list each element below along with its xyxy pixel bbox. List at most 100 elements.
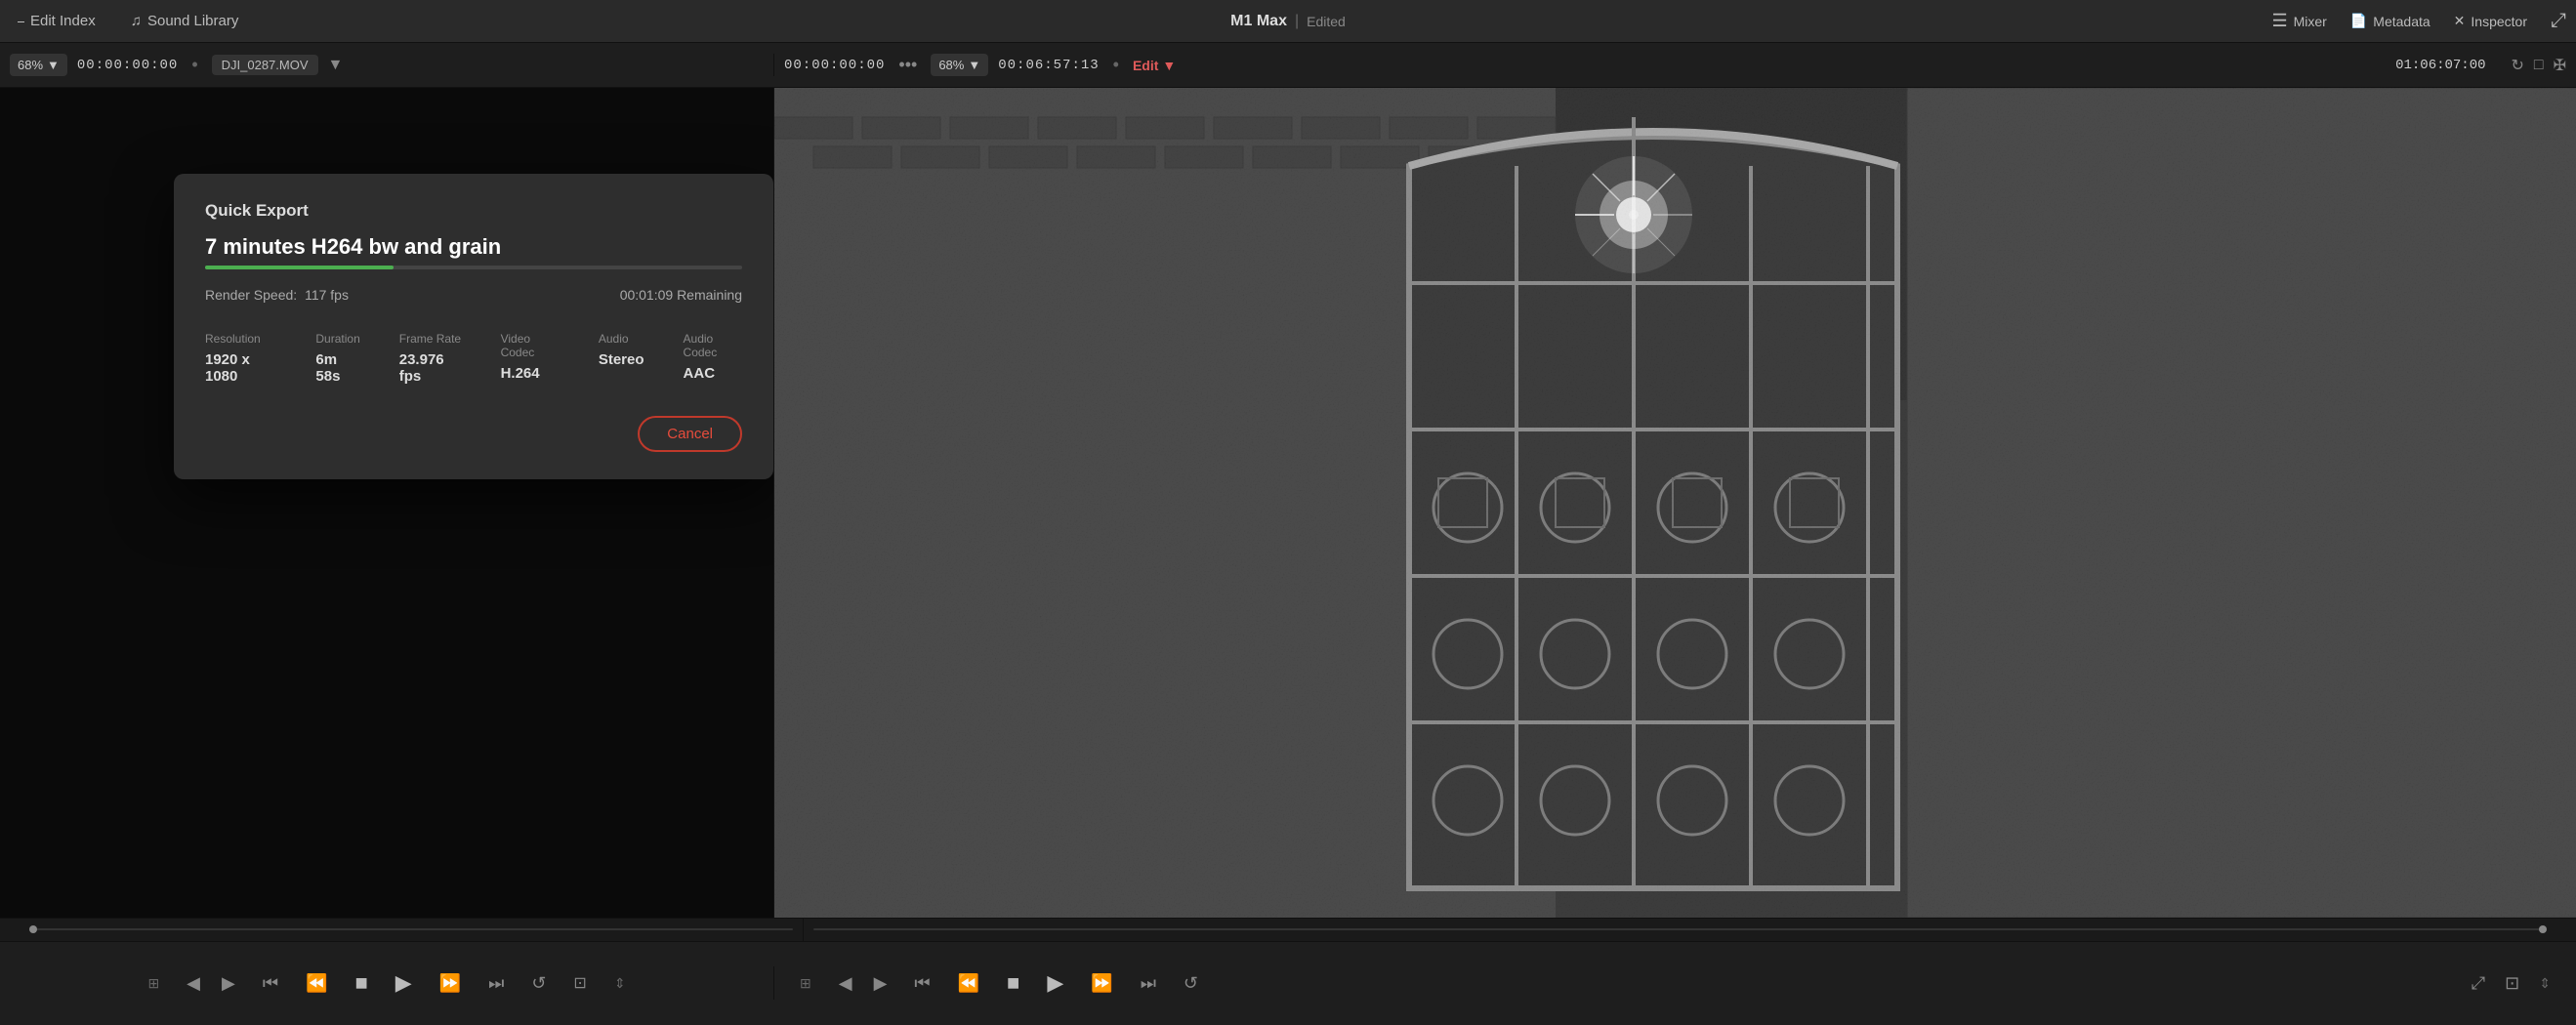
settings-left-button[interactable]: ⇕ [608, 971, 632, 996]
cancel-button[interactable]: Cancel [638, 416, 742, 452]
transport-left-arrows: ◀ ▶ [181, 969, 241, 998]
edit-index-icon: ⎯ [18, 13, 24, 29]
zoom-left-value: 68% [18, 58, 43, 72]
framerate-label: Frame Rate [399, 332, 462, 346]
next-frame-button[interactable]: ▶ [216, 969, 241, 998]
prev-frame-button[interactable]: ◀ [181, 969, 206, 998]
next-frame-right-button[interactable]: ▶ [868, 969, 893, 998]
filename-label[interactable]: DJI_0287.MOV [212, 55, 318, 75]
zoom-left-button[interactable]: 68% ▼ [10, 54, 67, 76]
specs-row: Resolution 1920 x 1080 Duration 6m 58s F… [205, 332, 742, 385]
next-button[interactable]: ⏩ [434, 969, 467, 998]
stop-right-button[interactable]: ■ [1001, 966, 1025, 1000]
edit-mode-button[interactable]: Edit ▼ [1133, 58, 1176, 73]
left-viewer: Quick Export 7 minutes H264 bw and grain… [0, 88, 774, 918]
scrubber-bar[interactable] [0, 919, 2576, 942]
clip-icon-button[interactable]: ⊡ [567, 969, 592, 997]
transport-right-arrows: ◀ ▶ [833, 969, 893, 998]
remaining-time-value: 00:01:09 Remaining [620, 287, 742, 303]
overlay-right-button[interactable]: ⊞ [794, 971, 817, 996]
spec-audio-codec: Audio Codec AAC [684, 332, 742, 385]
zoom-right-button[interactable]: 68% ▼ [931, 54, 988, 76]
metadata-item[interactable]: 📄 Metadata [2350, 13, 2431, 29]
duration-timecode: 00:06:57:13 [998, 58, 1099, 73]
expand-right-button[interactable]: ⤢ [2466, 969, 2491, 998]
dialog-title: Quick Export [205, 201, 742, 221]
prev-button[interactable]: ⏪ [300, 969, 333, 998]
play-button[interactable]: ▶ [390, 966, 418, 1000]
right-timecode-current: 00:00:00:00 [784, 58, 885, 73]
edit-index-item[interactable]: ⎯ Edit Index [10, 13, 104, 29]
right-timecode-total: 01:06:07:00 [2395, 58, 2485, 73]
render-info-row: Render Speed: 117 fps 00:01:09 Remaining [205, 287, 742, 305]
right-transport-edge: ⤢ ⊡ ⇕ [2466, 969, 2556, 998]
prev-frame-right-button[interactable]: ◀ [833, 969, 858, 998]
resolution-value: 1920 x 1080 [205, 351, 276, 385]
audio-codec-label: Audio Codec [684, 332, 742, 359]
mixer-item[interactable]: ☰ Mixer [2271, 11, 2326, 31]
next-right-button[interactable]: ⏩ [1085, 969, 1118, 998]
video-codec-label: Video Codec [501, 332, 560, 359]
viewer-right-bar: 00:00:00:00 ••• 68% ▼ 00:06:57:13 • Edit… [774, 54, 2576, 76]
right-scrubber[interactable] [804, 919, 2547, 941]
title-separator: | [1295, 13, 1299, 30]
bottom-area: ⊞ ◀ ▶ ⏮ ⏪ ■ ▶ ⏩ ⏭ ↺ ⊡ ⇕ ⊞ ◀ ▶ ⏮ ⏪ ■ ▶ [0, 918, 2576, 1025]
window-controls[interactable]: ⤢ [2551, 10, 2566, 32]
go-end-right-button[interactable]: ⏭ [1135, 969, 1162, 998]
left-scrubber-line[interactable] [29, 928, 793, 930]
overlay-button[interactable]: ⊞ [142, 971, 165, 996]
spec-video-codec: Video Codec H.264 [501, 332, 560, 385]
go-end-button[interactable]: ⏭ [482, 969, 510, 998]
right-viewer [774, 88, 2576, 918]
dots-menu-button[interactable]: ••• [894, 55, 921, 75]
metadata-icon: 📄 [2350, 13, 2367, 29]
fullscreen-right-button[interactable]: ⊡ [2499, 969, 2525, 998]
transport-right: ⊞ ◀ ▶ ⏮ ⏪ ■ ▶ ⏩ ⏭ ↺ ⤢ ⊡ ⇕ [774, 966, 2576, 1000]
zoom-right-value: 68% [938, 58, 964, 72]
dialog-overlay: Quick Export 7 minutes H264 bw and grain… [0, 88, 773, 918]
go-start-button[interactable]: ⏮ [257, 969, 284, 998]
dialog-project-name: 7 minutes H264 bw and grain [205, 234, 742, 260]
expand-icon: ⤢ [2551, 10, 2566, 32]
resolution-label: Resolution [205, 332, 276, 346]
mixer-icon: ☰ [2271, 11, 2287, 31]
music-icon: ♫ [131, 13, 142, 29]
inspector-label: Inspector [2471, 14, 2527, 29]
dot-separator: • [191, 55, 197, 75]
right-scrubber-dot[interactable] [2539, 925, 2547, 933]
top-bar-right: ☰ Mixer 📄 Metadata ✕ Inspector ⤢ [2098, 10, 2566, 32]
main-area: Quick Export 7 minutes H264 bw and grain… [0, 88, 2576, 918]
video-codec-value: H.264 [501, 365, 560, 382]
play-right-button[interactable]: ▶ [1041, 966, 1069, 1000]
fullscreen-icon[interactable]: □ [2534, 57, 2544, 74]
edit-index-label: Edit Index [30, 13, 96, 29]
settings-right-button[interactable]: ⇕ [2533, 971, 2556, 996]
viewer-bar: 68% ▼ 00:00:00:00 • DJI_0287.MOV ▼ 00:00… [0, 43, 2576, 88]
go-start-right-button[interactable]: ⏮ [908, 969, 935, 998]
render-speed-label: Render Speed: 117 fps [205, 287, 349, 303]
duration-value: 6m 58s [315, 351, 359, 385]
framerate-value: 23.976 fps [399, 351, 462, 385]
quick-export-dialog: Quick Export 7 minutes H264 bw and grain… [174, 174, 773, 479]
refresh-icon[interactable]: ↻ [2512, 56, 2524, 75]
expand-viewer-icon[interactable]: ✠ [2554, 56, 2566, 75]
remaining-time: 00:01:09 Remaining [620, 287, 742, 305]
inspector-item[interactable]: ✕ Inspector [2454, 13, 2527, 29]
scene-graphic [774, 88, 2576, 918]
left-scrubber[interactable] [29, 919, 804, 941]
transport-left: ⊞ ◀ ▶ ⏮ ⏪ ■ ▶ ⏩ ⏭ ↺ ⊡ ⇕ [0, 966, 774, 1000]
right-scrubber-line[interactable] [813, 928, 2547, 930]
sound-library-item[interactable]: ♫ Sound Library [123, 13, 247, 29]
left-scrubber-dot[interactable] [29, 925, 37, 933]
audio-value: Stereo [599, 351, 644, 368]
prev-right-button[interactable]: ⏪ [952, 969, 985, 998]
zoom-left-chevron: ▼ [47, 58, 60, 72]
dialog-footer: Cancel [205, 416, 742, 452]
spec-resolution: Resolution 1920 x 1080 [205, 332, 276, 385]
stop-button[interactable]: ■ [349, 966, 373, 1000]
loop-button[interactable]: ↺ [525, 969, 552, 998]
viewer-right-icons: ↻ □ ✠ [2512, 56, 2566, 75]
spec-duration: Duration 6m 58s [315, 332, 359, 385]
loop-right-button[interactable]: ↺ [1178, 969, 1204, 998]
render-speed: Render Speed: 117 fps [205, 287, 349, 305]
